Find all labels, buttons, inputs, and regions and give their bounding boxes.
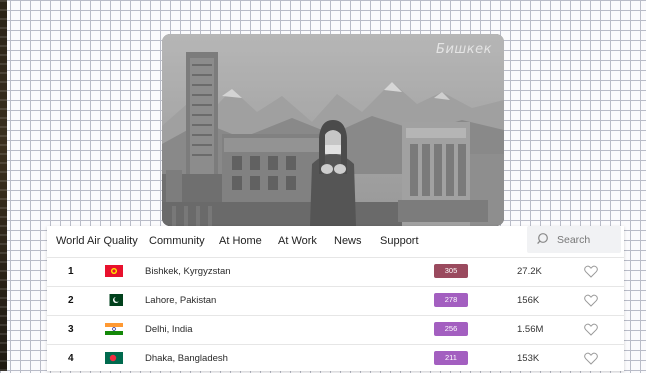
city-link[interactable]: Dhaka, Bangladesh bbox=[145, 353, 228, 364]
table-row: 4 Dhaka, Bangladesh 211 153K bbox=[47, 344, 624, 373]
follower-count: 27.2K bbox=[517, 266, 542, 277]
follower-count: 1.56M bbox=[517, 324, 544, 335]
top-nav: World Air Quality Community At Home At W… bbox=[47, 226, 624, 258]
kyrgyzstan-flag-icon bbox=[105, 265, 123, 277]
rank-number: 1 bbox=[68, 266, 74, 277]
hero-illustration: Бишкек bbox=[162, 34, 504, 226]
heart-icon[interactable] bbox=[584, 294, 598, 307]
aqi-badge: 305 bbox=[434, 264, 468, 278]
pakistan-flag-icon bbox=[105, 294, 123, 306]
rank-number: 2 bbox=[68, 295, 74, 306]
search-label: Search bbox=[557, 234, 591, 246]
nav-brand[interactable]: World Air Quality bbox=[56, 235, 138, 247]
india-flag-icon bbox=[105, 323, 123, 335]
bangladesh-flag-icon bbox=[105, 352, 123, 364]
city-link[interactable]: Delhi, India bbox=[145, 324, 193, 335]
table-row: 3 Delhi, India 256 1.56M bbox=[47, 315, 624, 344]
ranking-panel: World Air Quality Community At Home At W… bbox=[47, 226, 624, 371]
follower-count: 153K bbox=[517, 353, 540, 364]
search-box[interactable]: Search bbox=[527, 226, 621, 253]
table-row: 2 Lahore, Pakistan 278 156K bbox=[47, 286, 624, 315]
aqi-badge: 211 bbox=[434, 351, 468, 365]
smog-city-illustration bbox=[162, 34, 504, 226]
aqi-badge: 278 bbox=[434, 293, 468, 307]
heart-icon[interactable] bbox=[584, 265, 598, 278]
nav-item-at-home[interactable]: At Home bbox=[219, 235, 262, 247]
heart-icon[interactable] bbox=[584, 352, 598, 365]
nav-item-community[interactable]: Community bbox=[149, 235, 205, 247]
table-row: 1 Bishkek, Kyrgyzstan 305 27.2K bbox=[47, 257, 624, 286]
hero-city-caption: Бишкек bbox=[436, 42, 492, 57]
rank-number: 4 bbox=[68, 353, 74, 364]
search-icon bbox=[537, 233, 548, 245]
nav-item-news[interactable]: News bbox=[334, 235, 362, 247]
aqi-badge: 256 bbox=[434, 322, 468, 336]
rank-number: 3 bbox=[68, 324, 74, 335]
follower-count: 156K bbox=[517, 295, 540, 306]
city-link[interactable]: Lahore, Pakistan bbox=[145, 295, 216, 306]
nav-item-at-work[interactable]: At Work bbox=[278, 235, 317, 247]
nav-item-support[interactable]: Support bbox=[380, 235, 419, 247]
heart-icon[interactable] bbox=[584, 323, 598, 336]
city-link[interactable]: Bishkek, Kyrgyzstan bbox=[145, 266, 231, 277]
left-edge-strip bbox=[0, 0, 7, 371]
